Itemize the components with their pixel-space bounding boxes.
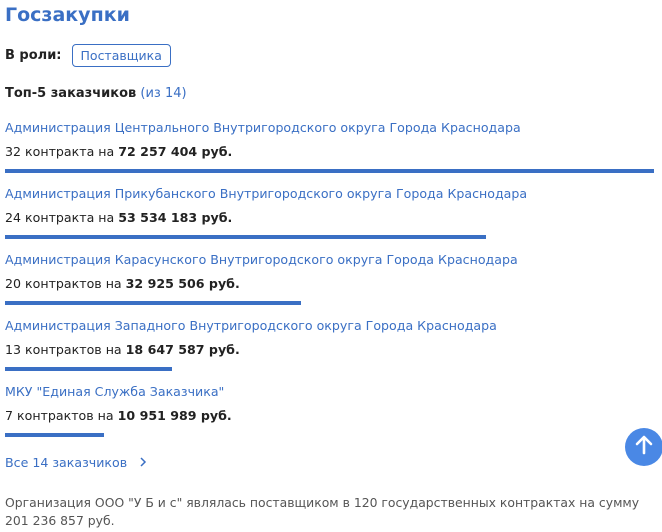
scroll-to-top-button[interactable]: [625, 428, 662, 466]
customer-link[interactable]: Администрация Западного Внутригородского…: [5, 318, 497, 333]
customer-link[interactable]: МКУ "Единая Служба Заказчика": [5, 384, 224, 399]
contracts-amount: 32 925 506 руб.: [125, 276, 240, 291]
customer-stats: 7 контрактов на 10 951 989 руб.: [5, 408, 232, 423]
customer-stats: 20 контрактов на 32 925 506 руб.: [5, 276, 240, 291]
share-bar: [5, 235, 486, 239]
list-item: Администрация Центрального Внутригородск…: [5, 118, 660, 184]
contracts-count: 24 контракта на: [5, 210, 115, 225]
share-bar: [5, 169, 654, 173]
page: Госзакупки В роли: Поставщика Топ-5 зака…: [0, 0, 662, 532]
customer-list: Администрация Центрального Внутригородск…: [5, 118, 660, 448]
list-item: Администрация Западного Внутригородского…: [5, 316, 660, 382]
customer-link[interactable]: Администрация Карасунского Внутригородск…: [5, 252, 518, 267]
customer-link[interactable]: Администрация Прикубанского Внутригородс…: [5, 186, 527, 201]
contracts-count: 7 контрактов на: [5, 408, 114, 423]
contracts-amount: 10 951 989 руб.: [117, 408, 232, 423]
customer-stats: 13 контрактов на 18 647 587 руб.: [5, 342, 240, 357]
role-label: В роли:: [5, 48, 62, 63]
contracts-amount: 72 257 404 руб.: [118, 144, 233, 159]
list-item: Администрация Прикубанского Внутригородс…: [5, 184, 660, 250]
all-customers-link[interactable]: Все 14 заказчиков: [5, 455, 147, 470]
chevron-right-icon: [139, 456, 147, 470]
all-customers-label: Все 14 заказчиков: [5, 455, 128, 470]
contracts-count: 13 контрактов на: [5, 342, 122, 357]
arrow-up-icon: [633, 434, 655, 460]
contracts-amount: 18 647 587 руб.: [125, 342, 240, 357]
summary-text: Организация ООО "У Б и с" являлась поста…: [5, 495, 640, 528]
role-chip-supplier[interactable]: Поставщика: [71, 44, 171, 67]
top-customers-count[interactable]: (из 14): [140, 86, 186, 101]
contracts-amount: 53 534 183 руб.: [118, 210, 233, 225]
top-customers-label: Топ-5 заказчиков: [5, 86, 137, 101]
contracts-count: 32 контракта на: [5, 144, 115, 159]
customer-stats: 32 контракта на 72 257 404 руб.: [5, 144, 232, 159]
page-title: Госзакупки: [5, 4, 130, 26]
list-item: Администрация Карасунского Внутригородск…: [5, 250, 660, 316]
customer-stats: 24 контракта на 53 534 183 руб.: [5, 210, 232, 225]
role-row: В роли: Поставщика: [5, 44, 171, 67]
share-bar: [5, 433, 104, 437]
top-customers-heading: Топ-5 заказчиков (из 14): [5, 86, 187, 101]
share-bar: [5, 367, 172, 371]
share-bar: [5, 301, 301, 305]
customer-link[interactable]: Администрация Центрального Внутригородск…: [5, 120, 521, 135]
list-item: МКУ "Единая Служба Заказчика" 7 контракт…: [5, 382, 660, 448]
contracts-count: 20 контрактов на: [5, 276, 122, 291]
